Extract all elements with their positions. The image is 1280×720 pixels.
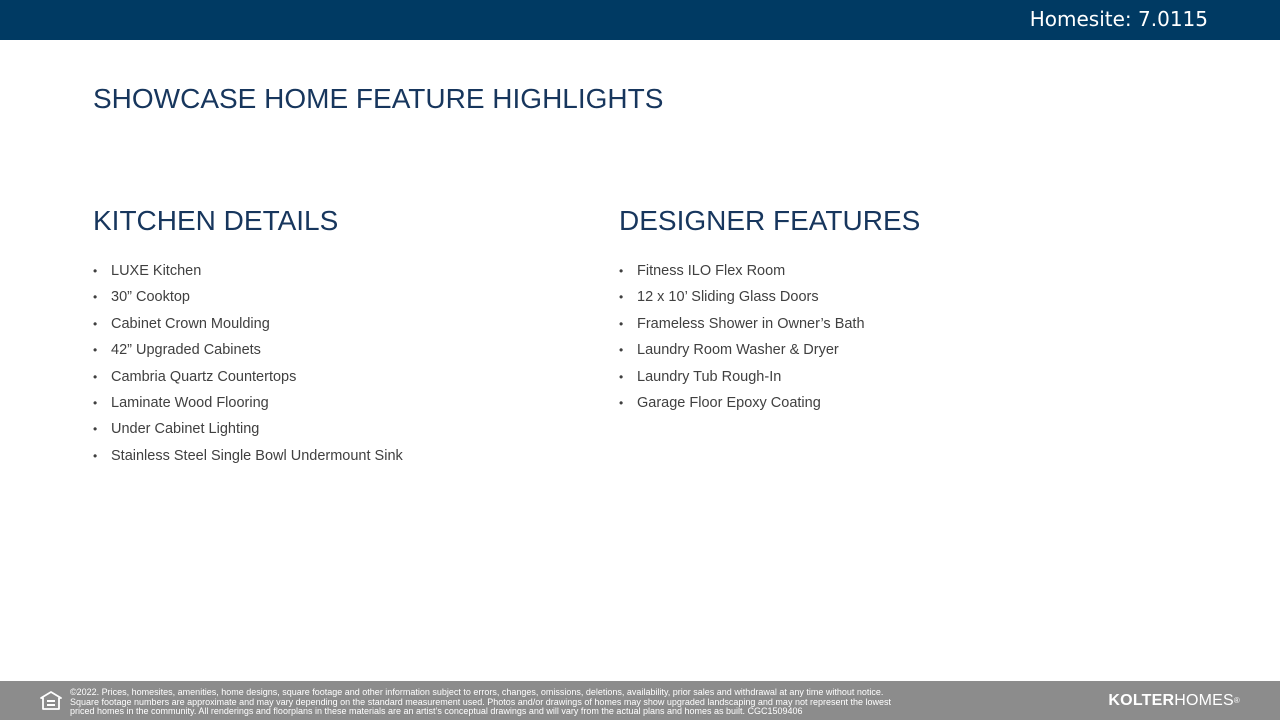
- list-item: • Laminate Wood Flooring: [93, 390, 403, 416]
- list-item-label: Fitness ILO Flex Room: [637, 263, 786, 279]
- bullet-icon: •: [619, 316, 624, 331]
- bullet-icon: •: [619, 290, 624, 305]
- list-item-label: Laundry Room Washer & Dryer: [637, 342, 839, 359]
- list-item-label: Laminate Wood Flooring: [111, 395, 269, 412]
- list-item-label: Garage Floor Epoxy Coating: [637, 395, 821, 412]
- list-item: • Cabinet Crown Moulding: [93, 311, 403, 337]
- list-item: • Garage Floor Epoxy Coating: [619, 390, 920, 416]
- page-title: SHOWCASE HOME FEATURE HIGHLIGHTS: [93, 83, 664, 114]
- list-item: • Laundry Room Washer & Dryer: [619, 337, 920, 363]
- kolter-homes-logo: KOLTERHOMES®: [1108, 692, 1240, 710]
- bullet-icon: •: [619, 343, 624, 358]
- list-item-label: LUXE Kitchen: [111, 263, 202, 279]
- list-item: • Frameless Shower in Owner’s Bath: [619, 311, 920, 337]
- kitchen-details-heading: KITCHEN DETAILS: [93, 205, 339, 236]
- registered-mark: ®: [1233, 696, 1240, 705]
- homesite-label: Homesite: 7.0115: [1029, 7, 1208, 31]
- kitchen-details-section: KITCHEN DETAILS • LUXE Kitchen • 30” Cookt…: [93, 204, 403, 469]
- list-item: • Under Cabinet Lighting: [93, 416, 403, 442]
- list-item-label: Cambria Quartz Countertops: [111, 368, 297, 385]
- list-item-label: 42” Upgraded Cabinets: [111, 342, 261, 359]
- designer-features-section: DESIGNER FEATURES • Fitness ILO Flex Room…: [619, 204, 920, 416]
- bullet-icon: •: [93, 316, 98, 331]
- designer-features-heading: DESIGNER FEATURES: [619, 205, 921, 236]
- bullet-icon: •: [93, 343, 98, 358]
- bullet-icon: •: [619, 396, 624, 411]
- list-item-label: Stainless Steel Single Bowl Undermount S…: [111, 447, 403, 464]
- list-item-label: Under Cabinet Lighting: [111, 421, 260, 438]
- footer-bar: ©2022. Prices, homesites, amenities, hom…: [0, 681, 1280, 720]
- list-item-label: Laundry Tub Rough-In: [637, 368, 782, 385]
- top-bar: Homesite: 7.0115: [0, 0, 1280, 40]
- designer-features-list: • Fitness ILO Flex Room • 12 x 10’ Sliding…: [619, 258, 920, 416]
- kitchen-details-list: • LUXE Kitchen • 30” Cooktop • Cabinet Crow…: [93, 258, 403, 469]
- list-item: • 30” Cooktop: [93, 284, 403, 310]
- list-item: • 12 x 10’ Sliding Glass Doors: [619, 284, 920, 310]
- bullet-icon: •: [93, 448, 98, 463]
- legal-disclaimer: ©2022. Prices, homesites, amenities, hom…: [70, 687, 891, 717]
- brand-name-bold: KOLTER: [1108, 692, 1175, 709]
- bullet-icon: •: [93, 290, 98, 305]
- list-item-label: 12 x 10’ Sliding Glass Doors: [637, 289, 819, 306]
- list-item-label: Cabinet Crown Moulding: [111, 315, 270, 332]
- equal-housing-opportunity-icon: [40, 691, 62, 710]
- bullet-icon: •: [619, 369, 624, 384]
- list-item-label: Frameless Shower in Owner’s Bath: [637, 315, 865, 332]
- bullet-icon: •: [93, 264, 98, 278]
- bullet-icon: •: [93, 369, 98, 384]
- list-item: • Fitness ILO Flex Room: [619, 258, 920, 284]
- list-item: • LUXE Kitchen: [93, 258, 403, 284]
- brand-name-regular: HOMES: [1174, 692, 1234, 709]
- bullet-icon: •: [93, 396, 98, 411]
- bullet-icon: •: [619, 264, 624, 278]
- list-item: • 42” Upgraded Cabinets: [93, 337, 403, 363]
- list-item: • Laundry Tub Rough-In: [619, 364, 920, 390]
- list-item: • Stainless Steel Single Bowl Undermount …: [93, 443, 403, 469]
- bullet-icon: •: [93, 422, 98, 437]
- list-item-label: 30” Cooktop: [111, 289, 190, 306]
- list-item: • Cambria Quartz Countertops: [93, 364, 403, 390]
